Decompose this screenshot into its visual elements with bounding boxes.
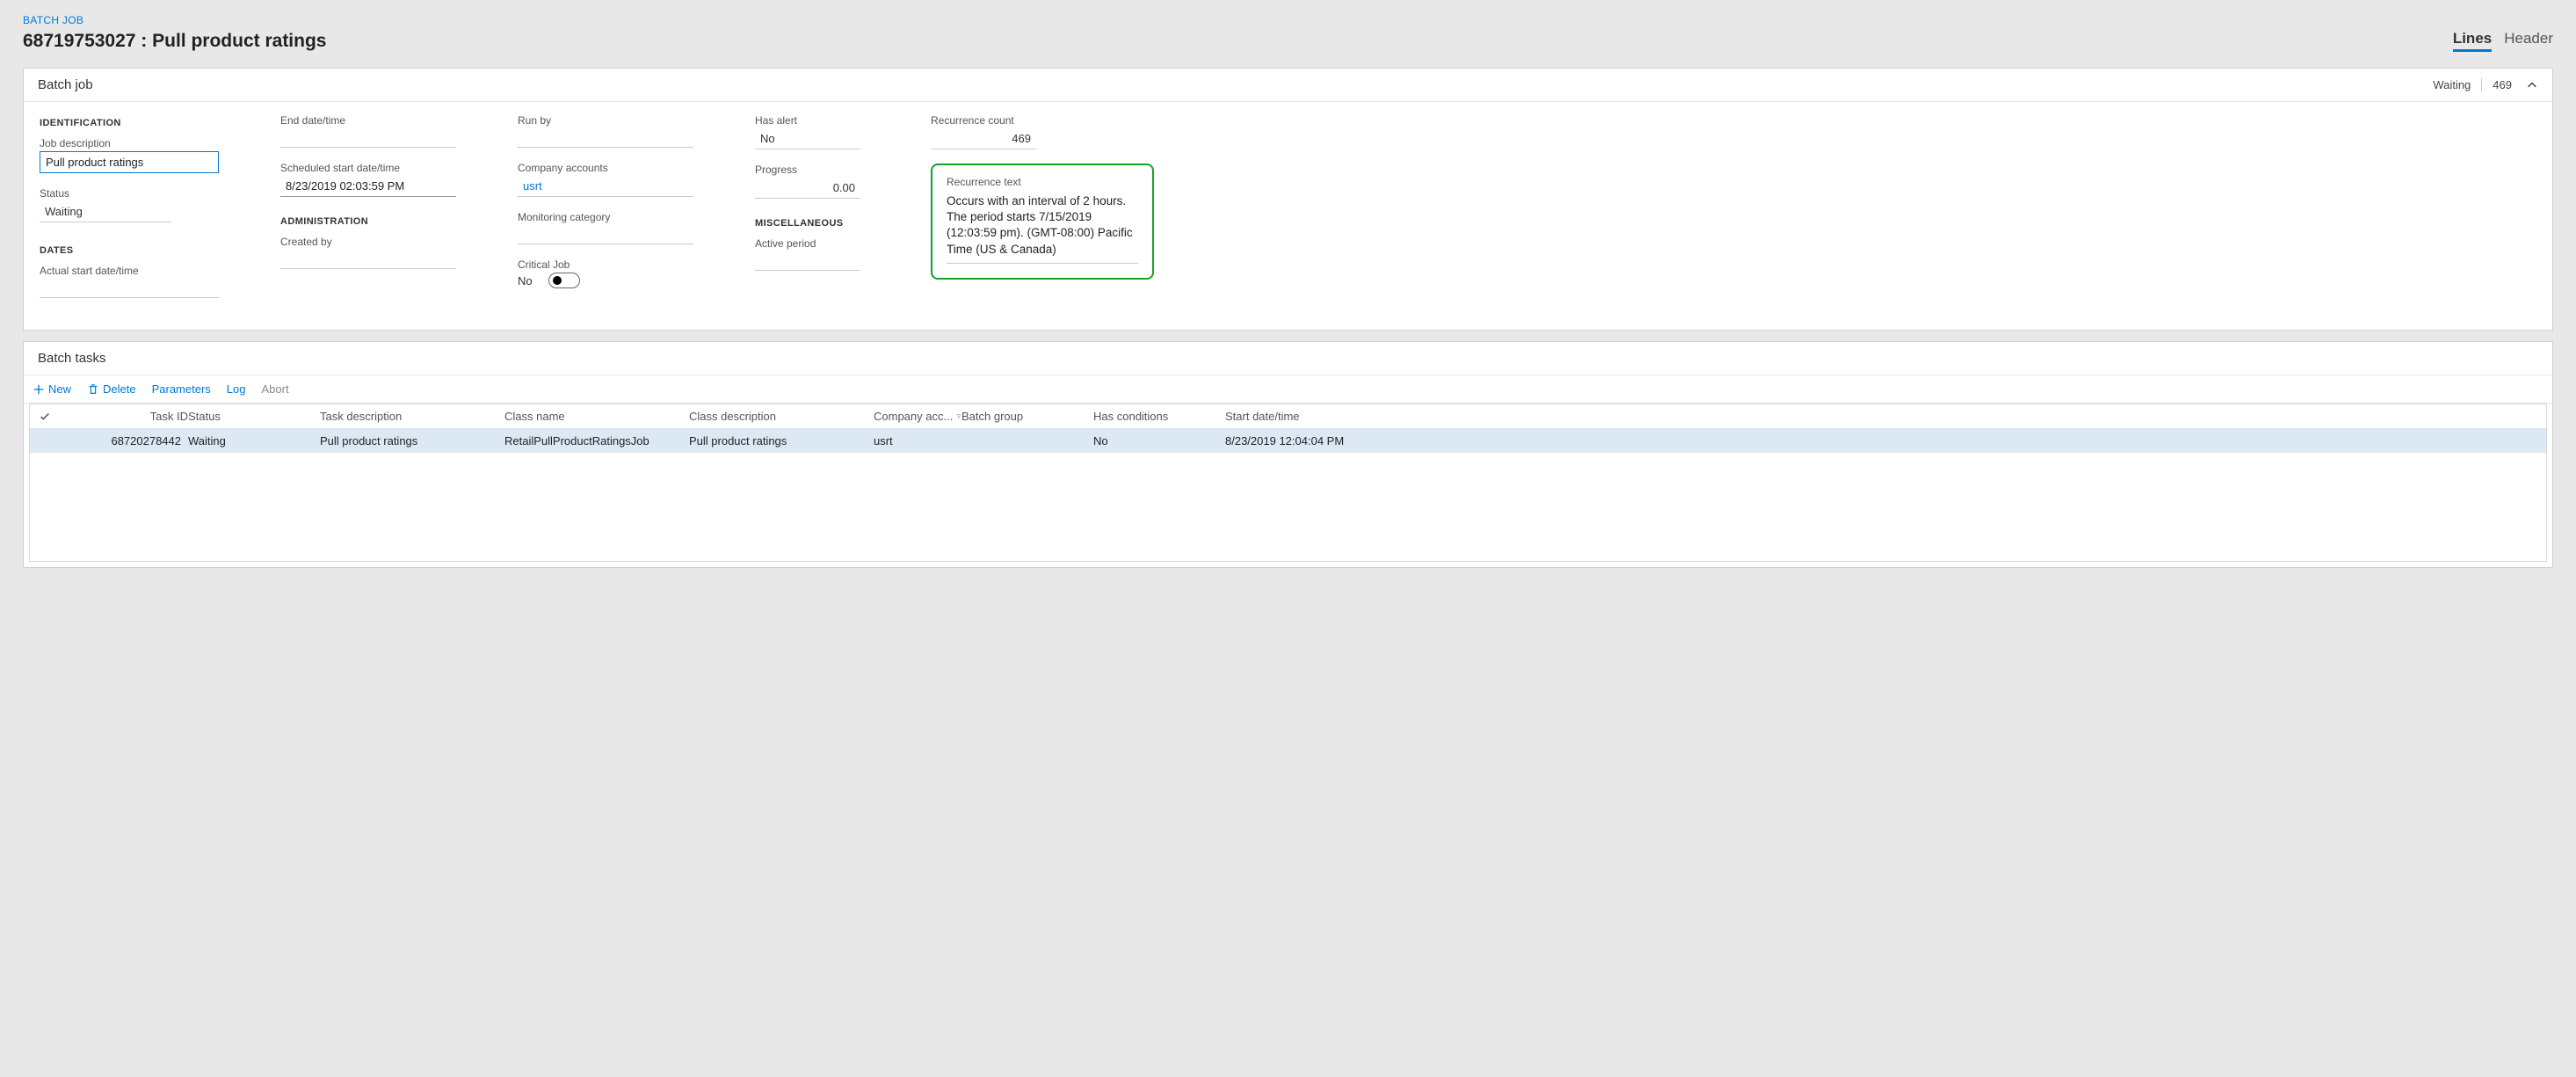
status-value: Waiting [40,201,171,222]
col-batch-group[interactable]: Batch group [961,410,1093,423]
row-class-name: RetailPullProductRatingsJob [504,434,689,448]
batch-tasks-card: Batch tasks New Delete Parameters Log Ab… [23,341,2553,568]
monitoring-value [518,225,693,244]
actual-start-value [40,279,219,298]
check-icon [39,411,51,423]
abort-button: Abort [262,382,289,396]
monitoring-label: Monitoring category [518,211,693,223]
has-alert-label: Has alert [755,114,869,127]
progress-label: Progress [755,164,869,176]
progress-value: 0.00 [755,178,860,199]
log-button[interactable]: Log [227,382,246,396]
delete-button[interactable]: Delete [87,382,136,396]
row-class-description: Pull product ratings [689,434,874,448]
scheduled-start-label: Scheduled start date/time [280,162,456,174]
critical-job-value: No [518,274,533,287]
tab-lines[interactable]: Lines [2453,30,2492,52]
select-all-check[interactable] [39,411,74,423]
critical-job-label: Critical Job [518,258,693,271]
page-title: 68719753027 : Pull product ratings [23,31,326,52]
row-task-description: Pull product ratings [320,434,504,448]
col-task-id[interactable]: Task ID [74,410,188,423]
col-has-conditions[interactable]: Has conditions [1093,410,1225,423]
job-description-input[interactable] [40,151,219,173]
job-description-label: Job description [40,137,219,149]
col-class-description[interactable]: Class description [689,410,874,423]
status-label: Status [40,187,219,200]
critical-job-toggle[interactable] [548,273,580,288]
col-class-name[interactable]: Class name [504,410,689,423]
new-button[interactable]: New [33,382,71,396]
recurrence-count-label: Recurrence count [931,114,1154,127]
breadcrumb[interactable]: BATCH JOB [23,14,2553,26]
created-by-value [280,250,456,269]
recurrence-text-label: Recurrence text [947,176,1138,188]
row-task-id: 68720278442 [74,434,188,448]
active-period-label: Active period [755,237,869,250]
batch-job-status-tag: Waiting [2433,78,2482,91]
scheduled-start-input[interactable] [280,176,456,197]
chevron-up-icon[interactable] [2526,79,2538,91]
col-status[interactable]: Status [188,410,320,423]
row-status: Waiting [188,434,320,448]
company-accounts-value[interactable]: usrt [518,176,693,197]
end-date-value [280,128,456,148]
dates-heading: DATES [40,245,219,256]
identification-heading: IDENTIFICATION [40,118,219,128]
batch-job-card: Batch job Waiting 469 IDENTIFICATION Job… [23,68,2553,331]
grid-header: Task ID Status Task description Class na… [30,404,2546,429]
trash-icon [87,383,99,396]
administration-heading: ADMINISTRATION [280,216,456,227]
table-row[interactable]: 68720278442 Waiting Pull product ratings… [30,429,2546,453]
recurrence-count-value: 469 [931,128,1036,149]
end-date-label: End date/time [280,114,456,127]
miscellaneous-heading: MISCELLANEOUS [755,218,869,229]
batch-job-count: 469 [2493,78,2512,91]
col-company-acc[interactable]: Company acc... [874,410,961,423]
tab-header[interactable]: Header [2504,30,2553,52]
batch-tasks-title: Batch tasks [38,351,2538,366]
recurrence-highlight-box: Recurrence text Occurs with an interval … [931,164,1154,280]
plus-icon [33,383,45,396]
active-period-value [755,251,860,271]
col-start-date[interactable]: Start date/time [1225,410,2537,423]
col-task-description[interactable]: Task description [320,410,504,423]
parameters-button[interactable]: Parameters [152,382,211,396]
actual-start-label: Actual start date/time [40,265,219,277]
recurrence-text-value: Occurs with an interval of 2 hours. The … [947,193,1138,264]
row-start-date: 8/23/2019 12:04:04 PM [1225,434,2537,448]
row-company-acc[interactable]: usrt [874,434,961,448]
row-has-conditions: No [1093,434,1225,448]
company-accounts-label: Company accounts [518,162,693,174]
run-by-value [518,128,693,148]
has-alert-value: No [755,128,860,149]
created-by-label: Created by [280,236,456,248]
run-by-label: Run by [518,114,693,127]
batch-job-card-title: Batch job [38,77,2433,92]
